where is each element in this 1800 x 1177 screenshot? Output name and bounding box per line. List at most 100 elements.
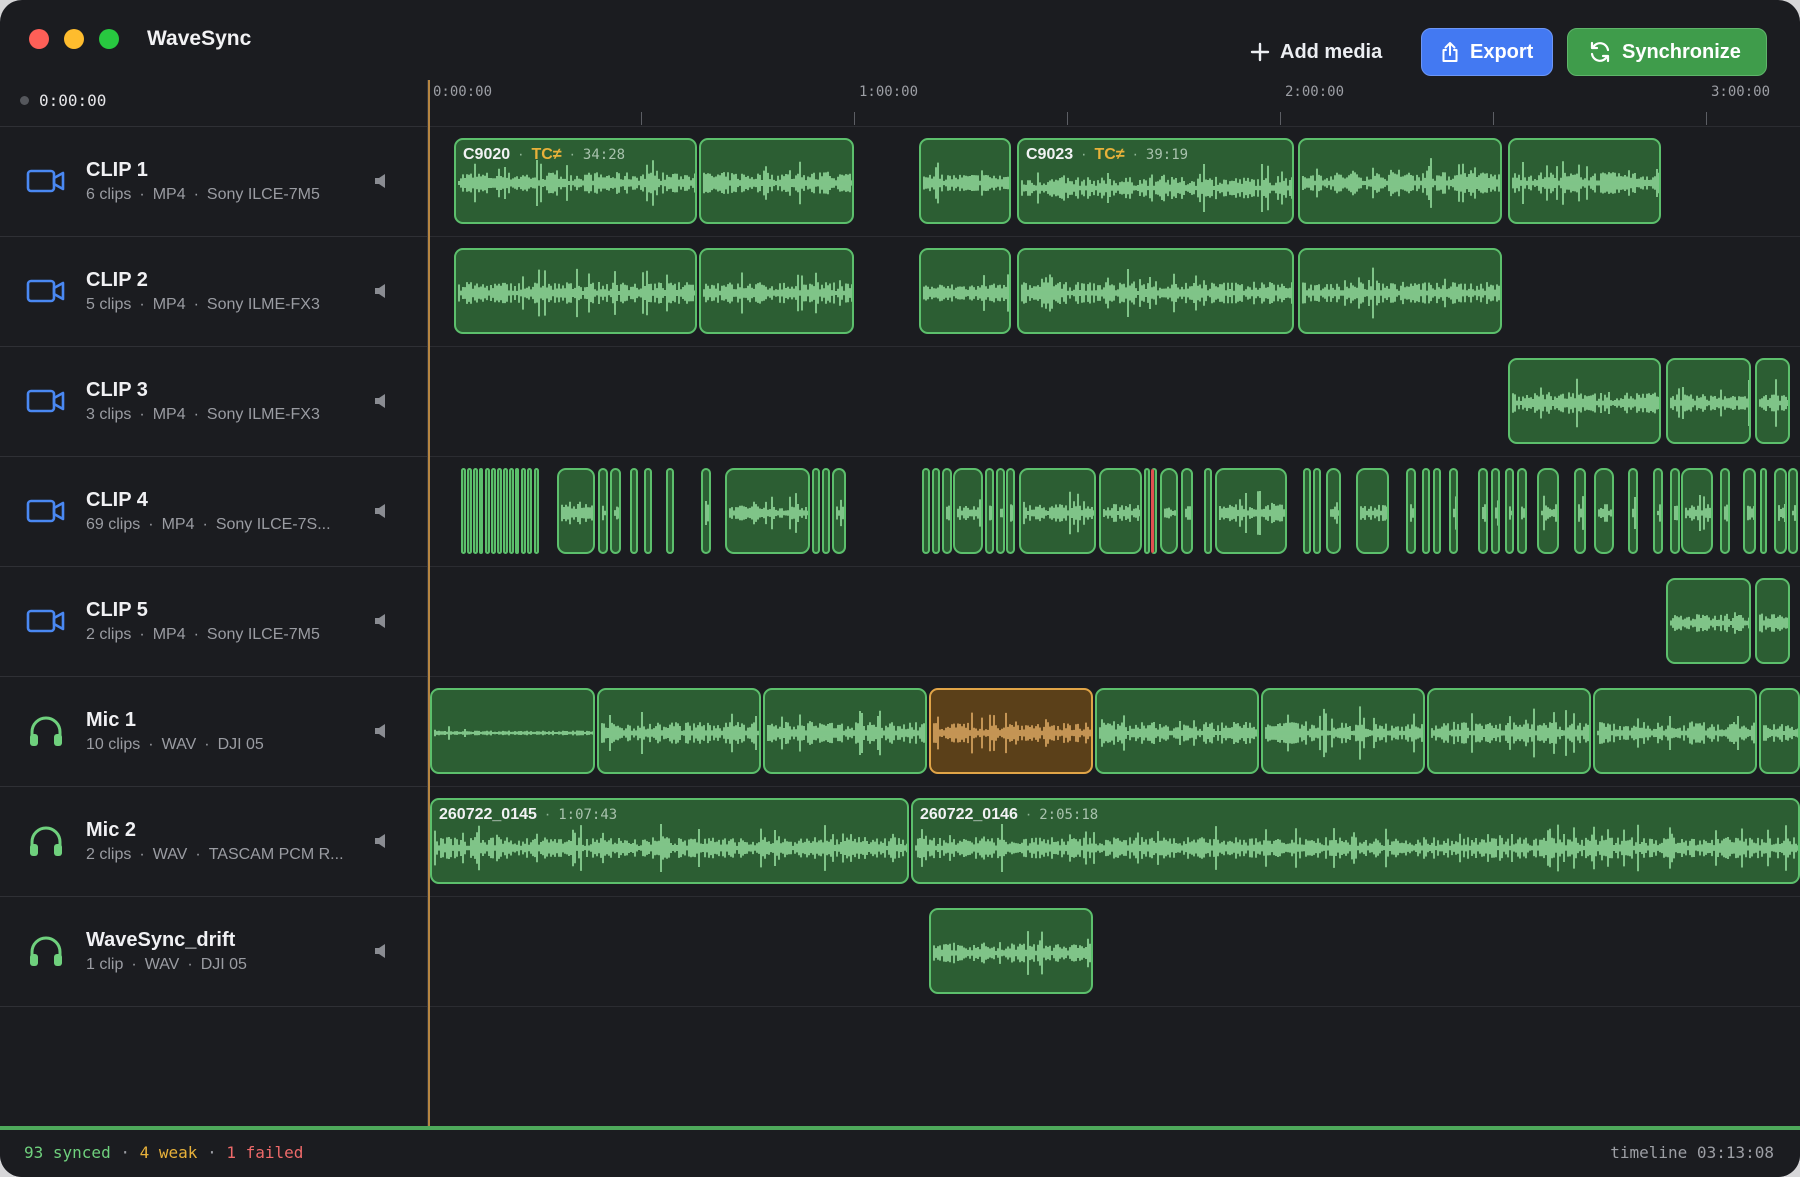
clip[interactable] <box>763 688 927 774</box>
track-header[interactable]: CLIP 1 6 clips · MP4 · Sony ILCE-7M5 <box>0 126 428 236</box>
clip[interactable] <box>521 468 526 554</box>
close-window-button[interactable] <box>29 29 49 49</box>
clip[interactable] <box>430 688 595 774</box>
clip[interactable]: C9023 · TC≠ · 39:19 <box>1017 138 1294 224</box>
clip[interactable] <box>1670 468 1680 554</box>
clip[interactable] <box>597 688 761 774</box>
clip[interactable] <box>996 468 1005 554</box>
clip[interactable] <box>485 468 490 554</box>
speaker-icon[interactable] <box>374 283 388 299</box>
clip[interactable] <box>473 468 478 554</box>
clip[interactable] <box>1095 688 1259 774</box>
clip[interactable] <box>812 468 820 554</box>
clip[interactable] <box>1406 468 1416 554</box>
timeline-lanes[interactable]: C9020 · TC≠ · 34:28 C9023 · TC≠ · 39:19 260722_014… <box>429 126 1800 1126</box>
clip[interactable] <box>1593 688 1757 774</box>
clip-weak-sync[interactable] <box>929 688 1093 774</box>
clip[interactable] <box>1356 468 1389 554</box>
speaker-icon[interactable] <box>374 943 388 959</box>
clip[interactable] <box>1574 468 1586 554</box>
clip[interactable] <box>1422 468 1430 554</box>
clip[interactable] <box>953 468 983 554</box>
clip[interactable] <box>503 468 508 554</box>
clip[interactable] <box>1537 468 1559 554</box>
clip[interactable] <box>1303 468 1311 554</box>
clip[interactable] <box>1261 688 1425 774</box>
clip[interactable] <box>497 468 502 554</box>
clip[interactable] <box>929 908 1093 994</box>
clip[interactable] <box>1755 358 1790 444</box>
clip[interactable] <box>1743 468 1756 554</box>
clip[interactable] <box>1517 468 1527 554</box>
clip[interactable] <box>1017 248 1294 334</box>
clip[interactable] <box>527 468 532 554</box>
clip[interactable] <box>1755 578 1790 664</box>
clip[interactable] <box>610 468 621 554</box>
clip[interactable] <box>1326 468 1341 554</box>
zoom-window-button[interactable] <box>99 29 119 49</box>
clip[interactable] <box>1298 138 1502 224</box>
speaker-icon[interactable] <box>374 393 388 409</box>
clip[interactable] <box>598 468 608 554</box>
track-header[interactable]: CLIP 2 5 clips · MP4 · Sony ILME-FX3 <box>0 236 428 346</box>
clip[interactable] <box>1491 468 1500 554</box>
clip[interactable] <box>1019 468 1096 554</box>
clip[interactable] <box>1478 468 1488 554</box>
clip[interactable] <box>1666 358 1751 444</box>
clip[interactable] <box>1653 468 1663 554</box>
clip[interactable] <box>1160 468 1178 554</box>
track-header[interactable]: CLIP 5 2 clips · MP4 · Sony ILCE-7M5 <box>0 566 428 676</box>
clip[interactable] <box>1006 468 1015 554</box>
clip[interactable] <box>461 468 466 554</box>
clip[interactable] <box>644 468 652 554</box>
speaker-icon[interactable] <box>374 503 388 519</box>
clip[interactable] <box>1628 468 1638 554</box>
clip[interactable] <box>1215 468 1287 554</box>
clip[interactable] <box>1681 468 1713 554</box>
speaker-icon[interactable] <box>374 723 388 739</box>
track-header[interactable]: Mic 1 10 clips · WAV · DJI 05 <box>0 676 428 786</box>
clip[interactable]: 260722_0146 · 2:05:18 <box>911 798 1800 884</box>
clip[interactable] <box>467 468 472 554</box>
clip[interactable] <box>1508 138 1661 224</box>
clip[interactable] <box>1433 468 1441 554</box>
clip[interactable] <box>699 138 854 224</box>
clip[interactable] <box>1144 468 1150 554</box>
clip[interactable] <box>1449 468 1458 554</box>
speaker-icon[interactable] <box>374 173 388 189</box>
clip[interactable] <box>1151 468 1157 554</box>
track-header[interactable]: Mic 2 2 clips · WAV · TASCAM PCM R... <box>0 786 428 896</box>
clip[interactable] <box>1505 468 1514 554</box>
clip[interactable] <box>832 468 846 554</box>
clip[interactable] <box>1759 688 1800 774</box>
clip[interactable] <box>822 468 830 554</box>
clip[interactable] <box>630 468 638 554</box>
clip[interactable] <box>942 468 952 554</box>
add-media-button[interactable]: Add media <box>1250 28 1400 76</box>
clip[interactable] <box>666 468 674 554</box>
clip[interactable] <box>1760 468 1767 554</box>
clip[interactable] <box>1181 468 1193 554</box>
clip[interactable] <box>922 468 930 554</box>
clip[interactable] <box>515 468 519 554</box>
clip[interactable] <box>1298 248 1502 334</box>
clip[interactable] <box>557 468 595 554</box>
clip[interactable] <box>1720 468 1730 554</box>
clip[interactable] <box>1427 688 1591 774</box>
speaker-icon[interactable] <box>374 833 388 849</box>
track-header[interactable]: CLIP 3 3 clips · MP4 · Sony ILME-FX3 <box>0 346 428 456</box>
synchronize-button[interactable]: Synchronize <box>1567 28 1767 76</box>
clip[interactable]: 260722_0145 · 1:07:43 <box>430 798 909 884</box>
clip[interactable] <box>1508 358 1661 444</box>
clip[interactable]: C9020 · TC≠ · 34:28 <box>454 138 697 224</box>
clip[interactable] <box>509 468 514 554</box>
clip[interactable] <box>701 468 711 554</box>
clip[interactable] <box>1594 468 1614 554</box>
timeline-ruler[interactable]: 0:00:00 1:00:00 2:00:00 3:00:00 <box>429 80 1800 126</box>
clip[interactable] <box>725 468 810 554</box>
export-button[interactable]: Export <box>1421 28 1553 76</box>
clip[interactable] <box>1666 578 1751 664</box>
track-header[interactable]: WaveSync_drift 1 clip · WAV · DJI 05 <box>0 896 428 1006</box>
clip[interactable] <box>491 468 496 554</box>
clip[interactable] <box>1099 468 1142 554</box>
